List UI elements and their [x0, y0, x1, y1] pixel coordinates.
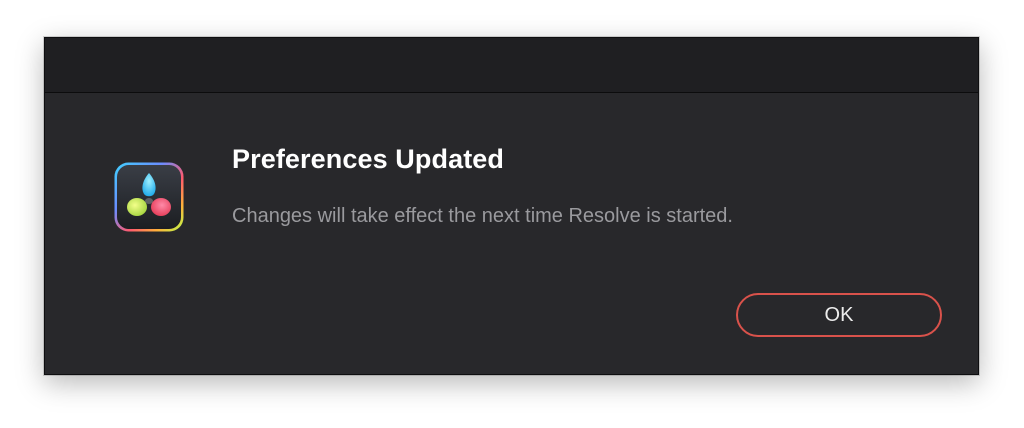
- ok-button[interactable]: OK: [736, 293, 942, 337]
- dialog-message: Changes will take effect the next time R…: [232, 205, 733, 227]
- davinci-resolve-app-icon: [113, 161, 185, 233]
- preferences-updated-dialog: Preferences Updated Changes will take ef…: [44, 37, 979, 375]
- dialog-titlebar[interactable]: [45, 38, 978, 93]
- dialog-title: Preferences Updated: [232, 144, 505, 174]
